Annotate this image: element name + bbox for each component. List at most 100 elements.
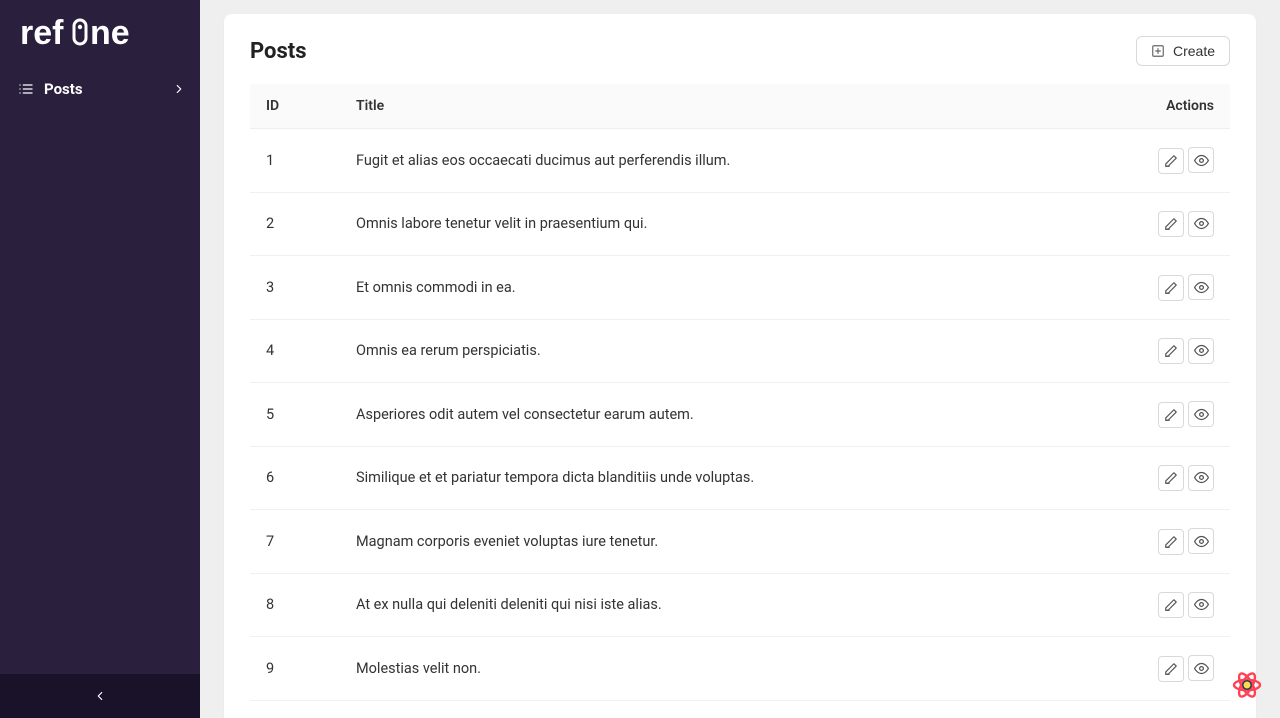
edit-button[interactable] [1158, 338, 1184, 364]
sidebar-item-posts[interactable]: Posts [0, 70, 200, 108]
table-row: 4Omnis ea rerum perspiciatis. [250, 319, 1230, 383]
svg-text:ne: ne [90, 14, 130, 52]
edit-icon [1164, 535, 1178, 549]
chevron-right-icon [172, 82, 186, 96]
cell-title: Asperiores odit autem vel consectetur ea… [340, 383, 1073, 447]
edit-icon [1164, 217, 1178, 231]
edit-icon [1164, 408, 1178, 422]
edit-button[interactable] [1158, 211, 1184, 237]
table-row: 7Magnam corporis eveniet voluptas iure t… [250, 510, 1230, 574]
cell-actions [1073, 383, 1230, 447]
view-button[interactable] [1188, 655, 1214, 681]
edit-icon [1164, 598, 1178, 612]
sidebar-collapse-button[interactable] [0, 674, 200, 718]
table-row: 3Et omnis commodi in ea. [250, 256, 1230, 320]
sidebar: ref ne Posts [0, 0, 200, 718]
cell-id: 10 [250, 700, 340, 718]
cell-title: Pariatur reiciendis unde. [340, 700, 1073, 718]
table-row: 1Fugit et alias eos occaecati ducimus au… [250, 129, 1230, 193]
view-button[interactable] [1188, 338, 1214, 364]
sidebar-item-label: Posts [44, 80, 83, 98]
plus-square-icon [1151, 44, 1165, 58]
edit-icon [1164, 281, 1178, 295]
view-button[interactable] [1188, 211, 1214, 237]
page-title: Posts [250, 39, 307, 64]
svg-text:ref: ref [20, 14, 64, 52]
cell-title: Similique et et pariatur tempora dicta b… [340, 446, 1073, 510]
posts-card: Posts Create ID Title Actions [224, 14, 1256, 718]
view-button[interactable] [1188, 147, 1214, 173]
react-query-devtools-button[interactable] [1228, 666, 1266, 704]
cell-title: Et omnis commodi in ea. [340, 256, 1073, 320]
edit-button[interactable] [1158, 592, 1184, 618]
cell-actions [1073, 510, 1230, 574]
cell-id: 1 [250, 129, 340, 193]
cell-actions [1073, 319, 1230, 383]
cell-actions [1073, 573, 1230, 637]
cell-actions [1073, 192, 1230, 256]
chevron-left-icon [93, 689, 107, 703]
table-row: 5Asperiores odit autem vel consectetur e… [250, 383, 1230, 447]
cell-title: Fugit et alias eos occaecati ducimus aut… [340, 129, 1073, 193]
view-button[interactable] [1188, 528, 1214, 554]
cell-id: 9 [250, 637, 340, 701]
cell-id: 5 [250, 383, 340, 447]
eye-icon [1194, 470, 1209, 485]
view-button[interactable] [1188, 274, 1214, 300]
cell-title: Omnis ea rerum perspiciatis. [340, 319, 1073, 383]
cell-actions [1073, 256, 1230, 320]
sidebar-nav: Posts [0, 64, 200, 674]
eye-icon [1194, 343, 1209, 358]
eye-icon [1194, 661, 1209, 676]
cell-title: Molestias velit non. [340, 637, 1073, 701]
cell-id: 7 [250, 510, 340, 574]
column-header-title[interactable]: Title [340, 84, 1073, 129]
table-wrap: ID Title Actions 1Fugit et alias eos occ… [224, 84, 1256, 718]
eye-icon [1194, 534, 1209, 549]
edit-button[interactable] [1158, 148, 1184, 174]
cell-title: Magnam corporis eveniet voluptas iure te… [340, 510, 1073, 574]
cell-actions [1073, 129, 1230, 193]
create-button-label: Create [1173, 43, 1215, 59]
cell-title: Omnis labore tenetur velit in praesentiu… [340, 192, 1073, 256]
cell-id: 6 [250, 446, 340, 510]
edit-icon [1164, 154, 1178, 168]
view-button[interactable] [1188, 592, 1214, 618]
eye-icon [1194, 216, 1209, 231]
table-row: 8At ex nulla qui deleniti deleniti qui n… [250, 573, 1230, 637]
column-header-actions: Actions [1073, 84, 1230, 129]
edit-icon [1164, 471, 1178, 485]
cell-actions [1073, 637, 1230, 701]
cell-id: 8 [250, 573, 340, 637]
cell-actions [1073, 700, 1230, 718]
edit-button[interactable] [1158, 275, 1184, 301]
edit-button[interactable] [1158, 656, 1184, 682]
list-icon [18, 81, 34, 97]
cell-title: At ex nulla qui deleniti deleniti qui ni… [340, 573, 1073, 637]
eye-icon [1194, 280, 1209, 295]
edit-icon [1164, 344, 1178, 358]
eye-icon [1194, 153, 1209, 168]
create-button[interactable]: Create [1136, 36, 1230, 66]
table-row: 10Pariatur reiciendis unde. [250, 700, 1230, 718]
table-row: 9Molestias velit non. [250, 637, 1230, 701]
eye-icon [1194, 597, 1209, 612]
view-button[interactable] [1188, 465, 1214, 491]
table-row: 2Omnis labore tenetur velit in praesenti… [250, 192, 1230, 256]
card-header: Posts Create [224, 14, 1256, 84]
cell-id: 4 [250, 319, 340, 383]
view-button[interactable] [1188, 401, 1214, 427]
cell-actions [1073, 446, 1230, 510]
eye-icon [1194, 407, 1209, 422]
column-header-id[interactable]: ID [250, 84, 340, 129]
cell-id: 3 [250, 256, 340, 320]
edit-button[interactable] [1158, 402, 1184, 428]
edit-button[interactable] [1158, 529, 1184, 555]
table-row: 6Similique et et pariatur tempora dicta … [250, 446, 1230, 510]
main-content: Posts Create ID Title Actions [200, 0, 1280, 718]
edit-icon [1164, 662, 1178, 676]
edit-button[interactable] [1158, 465, 1184, 491]
cell-id: 2 [250, 192, 340, 256]
posts-table: ID Title Actions 1Fugit et alias eos occ… [250, 84, 1230, 718]
brand-logo: ref ne [0, 0, 200, 64]
